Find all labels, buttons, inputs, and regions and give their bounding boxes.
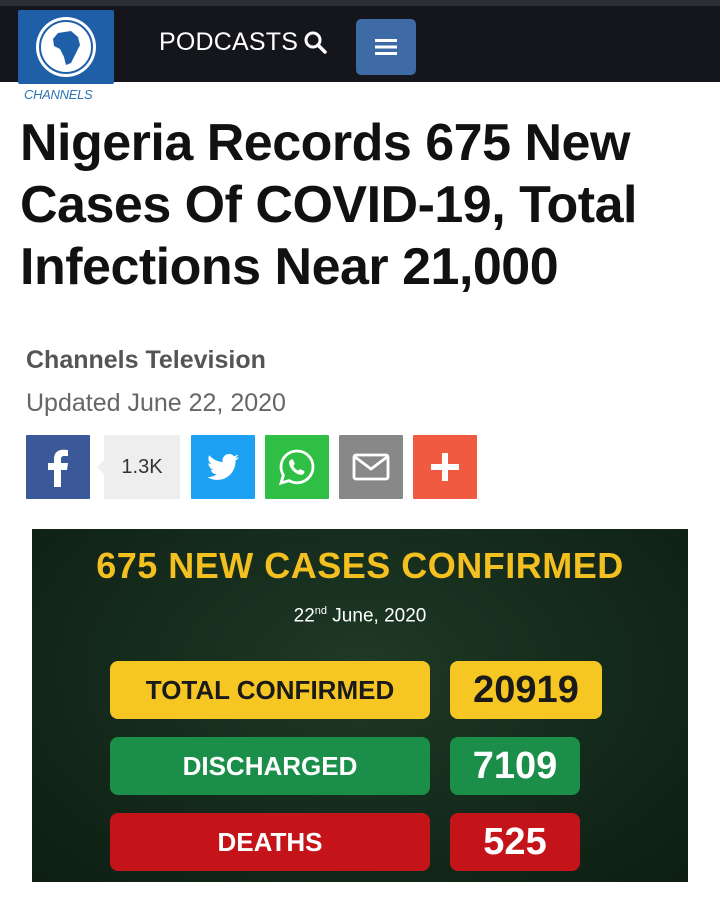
twitter-share-button[interactable] bbox=[191, 435, 255, 499]
twitter-icon bbox=[207, 454, 239, 480]
email-icon bbox=[352, 453, 390, 481]
hamburger-menu-icon bbox=[375, 39, 397, 55]
email-share-button[interactable] bbox=[339, 435, 403, 499]
menu-button[interactable] bbox=[356, 19, 416, 75]
deaths-value: 525 bbox=[450, 813, 580, 871]
total-confirmed-value: 20919 bbox=[450, 661, 602, 719]
more-share-button[interactable] bbox=[413, 435, 477, 499]
article-headline: Nigeria Records 675 New Cases Of COVID-1… bbox=[20, 114, 637, 296]
facebook-share-button[interactable] bbox=[26, 435, 90, 499]
africa-globe-icon bbox=[36, 17, 96, 77]
facebook-icon bbox=[48, 449, 68, 487]
search-icon[interactable] bbox=[303, 30, 327, 54]
infographic-date: 22nd June, 2020 bbox=[293, 605, 427, 627]
discharged-value: 7109 bbox=[450, 737, 580, 795]
nav-podcasts-link[interactable]: PODCASTS bbox=[159, 28, 298, 57]
logo-wordmark: CHANNELS bbox=[24, 87, 93, 102]
covid-infographic: 675 NEW CASES CONFIRMED 22nd June, 2020 … bbox=[32, 529, 688, 882]
deaths-label: DEATHS bbox=[110, 813, 430, 871]
discharged-label: DISCHARGED bbox=[110, 737, 430, 795]
plus-icon bbox=[431, 453, 459, 481]
article-updated-date: Updated June 22, 2020 bbox=[26, 389, 286, 417]
whatsapp-icon bbox=[278, 449, 315, 486]
article-author[interactable]: Channels Television bbox=[26, 346, 266, 375]
total-confirmed-label: TOTAL CONFIRMED bbox=[110, 661, 430, 719]
infographic-title: 675 NEW CASES CONFIRMED bbox=[96, 545, 624, 586]
channels-logo[interactable] bbox=[18, 10, 114, 84]
share-count-badge: 1.3K bbox=[104, 435, 180, 499]
whatsapp-share-button[interactable] bbox=[265, 435, 329, 499]
header-top-border bbox=[0, 0, 720, 6]
